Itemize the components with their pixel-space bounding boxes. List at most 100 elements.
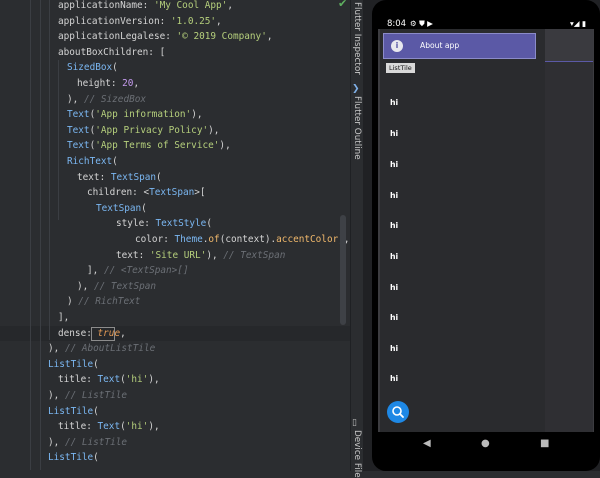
code-token: ListTile [48,405,94,417]
status-time: 8:04 [387,19,407,29]
code-line[interactable]: ], // <TextSpan>[] [87,263,189,278]
home-button[interactable]: ● [481,438,490,449]
tab-flutter-inspector[interactable]: Flutter Inspector [350,2,363,75]
android-nav-bar: ◀ ● ■ [380,432,594,460]
code-token: text: [116,249,150,261]
analysis-ok-icon: ✔ [338,0,348,10]
code-token: 'hi' [125,374,149,386]
about-list-tile[interactable]: i About app [383,33,536,59]
code-token: ), [77,280,94,292]
code-line[interactable]: text: TextSpan( [77,170,162,185]
code-token: 20 [122,78,134,89]
code-line[interactable]: applicationName: 'My Cool App', [58,0,233,13]
code-token: // TextSpan [223,249,286,261]
code-token: color: [135,234,175,245]
code-editor[interactable]: applicationName: 'My Cool App', applicati… [0,0,350,471]
code-token: TextSpan [96,202,142,214]
code-line[interactable]: title: Text('hi'), [58,419,160,434]
code-token: ), [208,124,220,136]
tab-flutter-outline[interactable]: Flutter Outline [350,96,363,166]
code-line[interactable]: text: 'Site URL'), // TextSpan [116,248,285,263]
indent-guide [30,0,31,470]
code-line[interactable]: ListTile( [48,357,99,372]
list-tile-hi[interactable]: hi [390,344,398,353]
list-tile-hi[interactable]: hi [390,160,398,169]
code-line[interactable]: style: TextStyle( [116,216,212,231]
code-token: ), [148,421,160,433]
current-line-highlight [0,325,350,342]
code-token: aboutBoxChildren: [ [58,46,166,58]
code-token: ), [48,436,65,448]
code-line[interactable]: height: 20, [77,76,139,91]
code-token: 'hi' [125,421,149,433]
code-line[interactable]: title: Text('hi'), [58,372,160,387]
code-line[interactable]: ), // ListTile [48,388,127,403]
code-line[interactable]: applicationVersion: '1.0.25', [58,14,222,29]
code-token: '© 2019 Company' [176,31,267,43]
code-token: ), [206,249,224,261]
code-token: Text [67,140,90,152]
code-line[interactable]: ListTile( [48,404,99,419]
status-icons-right: ▾◢ ▮ [569,19,586,28]
tab-device-file[interactable]: Device File [350,430,363,478]
editor-scrollbar[interactable] [340,215,346,325]
code-line[interactable]: SizedBox( [67,60,118,75]
code-token: // TextSpan [93,280,157,292]
code-token: applicationVersion: [58,15,171,27]
code-line[interactable]: Text('App Privacy Policy'), [67,123,219,138]
back-button[interactable]: ◀ [423,438,431,449]
list-tile-hi[interactable]: hi [390,283,398,292]
code-token: of [208,234,220,245]
app-bar [545,29,594,62]
code-token: RichText [67,156,113,167]
code-token: ( [112,62,118,74]
code-token: 'App information' [95,109,192,121]
code-line[interactable]: Text('App information'), [67,107,202,122]
code-token: Text [97,374,121,386]
code-line[interactable]: ), // SizedBox [67,92,146,107]
code-line[interactable]: ) // RichText [67,294,140,309]
code-token: ( [93,358,99,370]
code-line[interactable]: ), // AboutListTile [48,341,155,356]
widget-tooltip: ListTile [386,63,415,73]
code-token: 'Site URL' [149,249,207,261]
status-icons-left: ⚙ ⛊ ▶ [410,19,433,28]
code-token: text: [77,171,111,183]
navigation-drawer[interactable]: i About app [380,29,545,432]
code-token: , [216,15,222,27]
code-line[interactable]: applicationLegalese: '© 2019 Company', [58,29,273,44]
code-line[interactable]: TextSpan( [96,201,147,216]
code-token: ( [112,156,118,167]
code-token: ), [148,374,160,386]
code-line[interactable]: ], [58,310,69,325]
code-token: style: [116,218,156,230]
code-line[interactable]: RichText( [67,154,118,169]
code-line[interactable]: ), // ListTile [48,435,127,450]
code-token: ListTile [48,452,94,464]
list-tile-hi[interactable]: hi [390,252,398,261]
code-token: TextStyle [155,218,207,230]
code-line[interactable]: ListTile( [48,450,99,465]
code-line[interactable]: children: <TextSpan>[ [87,185,206,200]
code-token: title: [58,374,98,386]
code-token: ListTile [48,358,94,370]
search-fab[interactable] [387,401,409,423]
info-icon: i [391,40,403,52]
code-line[interactable]: Text('App Terms of Service'), [67,138,231,153]
list-tile-hi[interactable]: hi [390,129,398,138]
list-tile-hi[interactable]: hi [390,98,398,107]
list-tile-hi[interactable]: hi [390,313,398,322]
list-tile-hi[interactable]: hi [390,374,398,383]
code-token: ) [67,296,79,308]
code-token: Text [67,124,90,136]
code-token: ( [156,171,162,183]
code-line[interactable]: aboutBoxChildren: [ [58,45,165,60]
indent-guide [49,0,50,340]
code-line[interactable]: color: Theme.of(context).accentColor), /… [135,232,350,247]
code-token: TextSpan [149,187,195,199]
code-line[interactable]: ), // TextSpan [77,279,156,294]
recents-button[interactable]: ■ [540,438,549,449]
code-token: ( [93,452,99,464]
list-tile-hi[interactable]: hi [390,191,398,200]
list-tile-hi[interactable]: hi [390,221,398,230]
